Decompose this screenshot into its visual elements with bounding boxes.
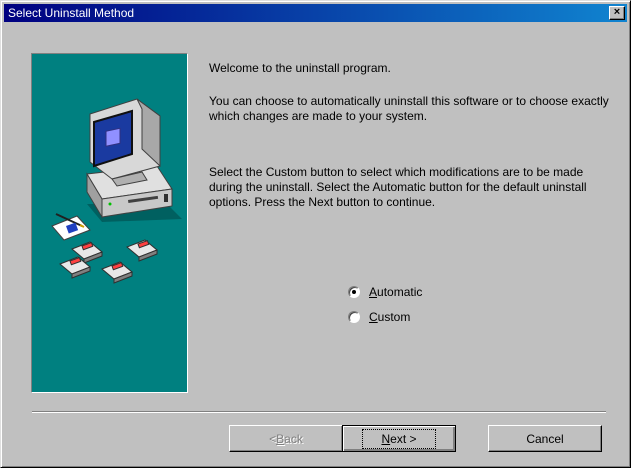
automatic-label: Automatic [369, 285, 423, 299]
cancel-button[interactable]: Cancel [488, 425, 602, 452]
title-bar[interactable]: Select Uninstall Method × [4, 4, 627, 22]
button-separator [32, 411, 606, 413]
automatic-radio[interactable]: Automatic [348, 284, 422, 300]
radio-unselected-icon [348, 311, 360, 323]
custom-label: Custom [369, 310, 411, 324]
side-illustration-panel [31, 53, 188, 393]
radio-selected-icon [348, 286, 360, 298]
custom-radio[interactable]: Custom [348, 309, 410, 325]
instructions-text: Select the Custom button to select which… [209, 165, 587, 209]
welcome-text: Welcome to the uninstall program. [209, 61, 391, 75]
close-button[interactable]: × [609, 6, 625, 20]
next-button[interactable]: Next > [342, 425, 456, 452]
computer-illustration [51, 98, 182, 284]
back-button[interactable]: < Back [229, 425, 343, 452]
window-title: Select Uninstall Method [8, 6, 135, 20]
choose-text: You can choose to automatically uninstal… [209, 94, 609, 123]
close-icon: × [613, 6, 621, 18]
